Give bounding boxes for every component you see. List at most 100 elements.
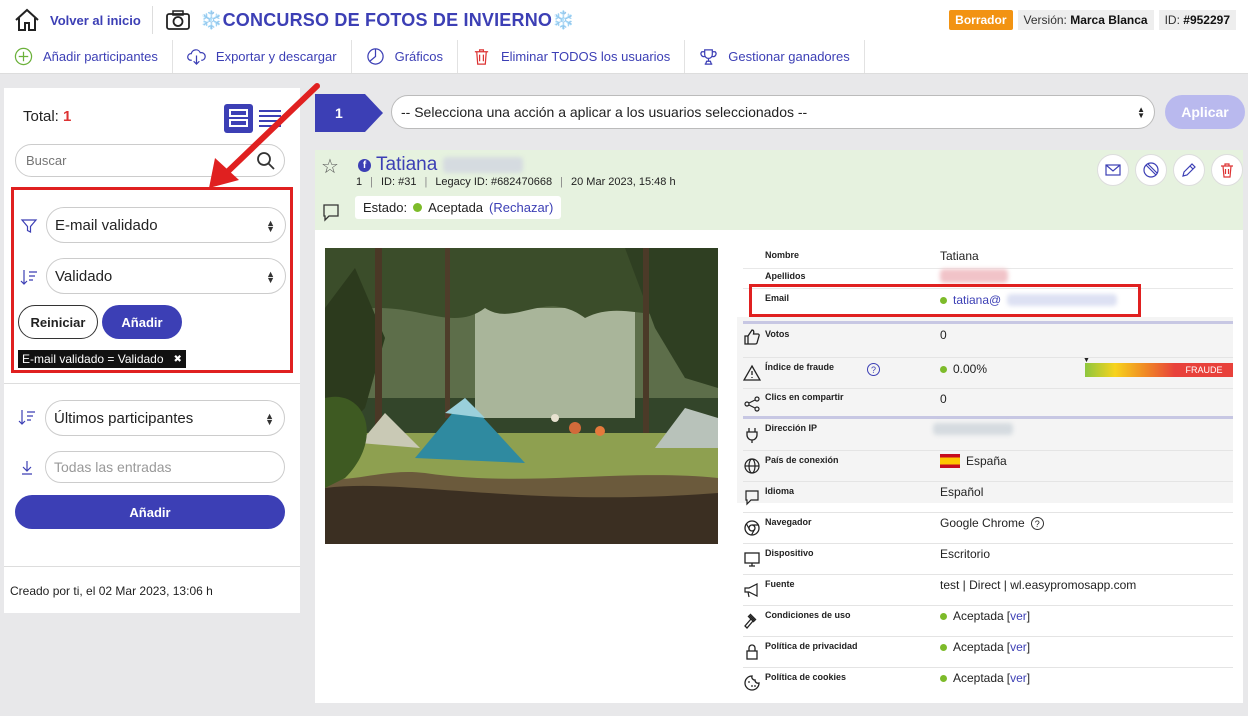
reset-button[interactable]: Reiniciar [18, 305, 98, 339]
filter-value-select[interactable]: Validado ▲ ▼ [46, 258, 286, 294]
ban-icon [1143, 162, 1159, 178]
votos-value: 0 [940, 328, 947, 342]
fraude-tag: FRAUDE [1175, 363, 1233, 377]
add-participants-label: Añadir participantes [43, 49, 158, 64]
idioma-label: Idioma [765, 486, 795, 496]
reject-link[interactable]: (Rechazar) [489, 200, 553, 215]
id-chip: ID: #952297 [1158, 10, 1236, 30]
filter-field-select[interactable]: E-mail validado ▲ ▼ [46, 207, 286, 243]
close-icon[interactable]: ✖ [174, 354, 182, 365]
condiciones-label: Condiciones de uso [765, 610, 851, 620]
delete-all-button[interactable]: Eliminar TODOS los usuarios [458, 40, 686, 73]
monitor-icon [744, 552, 760, 567]
ver-cookies-link[interactable]: ver [1010, 671, 1027, 685]
megaphone-icon [744, 583, 758, 598]
plus-circle-icon [14, 47, 33, 66]
divider [4, 566, 300, 567]
cookies-label: Política de cookies [765, 672, 847, 682]
participant-name[interactable]: Tatiana [376, 154, 523, 176]
warning-icon [743, 364, 761, 381]
mail-icon [1105, 164, 1121, 176]
manage-winners-button[interactable]: Gestionar ganadores [685, 40, 865, 73]
cookies-value: Aceptada [953, 671, 1004, 685]
version-value: Marca Blanca [1070, 13, 1148, 27]
header-row: Volver al inicio ❄️CONCURSO DE FOTOS DE … [0, 0, 1248, 40]
comment-icon[interactable] [321, 202, 341, 222]
edit-button[interactable] [1173, 154, 1205, 186]
export-button[interactable]: Exportar y descargar [173, 40, 352, 73]
bulk-action-bar: 1 -- Selecciona una acción a aplicar a l… [315, 94, 1245, 132]
email-button[interactable] [1097, 154, 1129, 186]
status-dot-icon [940, 612, 947, 620]
clics-label: Clics en compartir [765, 392, 844, 402]
help-icon[interactable]: ? [1030, 516, 1044, 530]
bulk-action-select[interactable]: -- Selecciona una acción a aplicar a los… [391, 95, 1155, 129]
email-highlight-box [749, 284, 1141, 317]
share-icon [744, 396, 760, 412]
delete-button[interactable] [1211, 154, 1243, 186]
charts-label: Gráficos [394, 49, 443, 64]
cloud-download-icon [187, 49, 206, 65]
participant-name-text: Tatiana [376, 154, 438, 175]
cookie-icon [744, 675, 760, 691]
status-badge: Borrador [949, 10, 1013, 30]
top-bar: Volver al inicio ❄️CONCURSO DE FOTOS DE … [0, 0, 1248, 74]
fraude-label: Índice de fraude [765, 362, 835, 372]
toolbar: Añadir participantes Exportar y descarga… [0, 40, 1248, 74]
chevron-updown-icon: ▲ ▼ [1137, 105, 1145, 120]
ver-condiciones-link[interactable]: ver [1010, 609, 1027, 623]
detail-clics: Clics en compartir 0 [743, 388, 1233, 416]
charts-button[interactable]: Gráficos [352, 40, 458, 73]
idioma-value: Español [940, 485, 984, 499]
delete-all-label: Eliminar TODOS los usuarios [500, 49, 671, 64]
redacted-surname [442, 156, 523, 173]
id-label: ID: [1164, 13, 1180, 27]
participant-photo[interactable] [325, 248, 718, 544]
id-value: #952297 [1183, 13, 1230, 27]
detail-privacidad: Política de privacidad Aceptada [ver] [743, 636, 1233, 667]
sort-icon [18, 410, 35, 425]
apply-button[interactable]: Aplicar [1165, 95, 1245, 129]
participant-meta: 1 | ID: #31 | Legacy ID: #682470668 | 20 Ma… [356, 176, 676, 188]
back-home-link[interactable]: Volver al inicio [14, 8, 141, 32]
detail-pais: País de conexión España [743, 450, 1233, 481]
help-icon[interactable]: ? [867, 363, 880, 376]
entries-input[interactable]: Todas las entradas [45, 451, 285, 483]
pie-chart-icon [366, 48, 384, 65]
redacted-apellidos [940, 269, 1008, 283]
camera-icon [166, 10, 190, 30]
marker-icon: ▼ [1083, 357, 1090, 364]
pais-label: País de conexión [765, 455, 839, 465]
status-dot-icon [413, 203, 423, 212]
contest-title: ❄️CONCURSO DE FOTOS DE INVIERNO❄️ [200, 10, 575, 30]
manage-winners-label: Gestionar ganadores [728, 49, 850, 64]
add-sort-button[interactable]: Añadir [15, 495, 285, 529]
selected-count: 1 [335, 105, 343, 121]
status-value: Aceptada [428, 200, 484, 215]
block-button[interactable] [1135, 154, 1167, 186]
trash-icon [474, 49, 489, 65]
star-icon[interactable]: ☆ [321, 154, 339, 179]
sort-select[interactable]: Últimos participantes ▲ ▼ [45, 400, 285, 436]
ver-privacidad-link[interactable]: ver [1010, 640, 1027, 654]
trash-icon [1221, 163, 1233, 178]
divider [743, 321, 1233, 324]
clics-value: 0 [940, 392, 947, 406]
divider [152, 6, 153, 34]
add-participants-button[interactable]: Añadir participantes [0, 40, 173, 73]
dispositivo-value: Escritorio [940, 547, 991, 561]
facebook-icon: f [358, 159, 371, 172]
participant-header: ☆ f Tatiana 1 | ID: #31 | Legacy ID: #6824… [315, 150, 1243, 230]
bulk-action-placeholder: -- Selecciona una acción a aplicar a los… [401, 104, 808, 120]
participation-date: 20 Mar 2023, 15:48 h [571, 176, 676, 188]
fraud-meter: FRAUDE ▼ [1083, 357, 1233, 377]
navegador-value: Google Chrome [940, 516, 1025, 530]
detail-dispositivo: Dispositivo Escritorio [743, 543, 1233, 574]
filter-highlight-box: E-mail validado ▲ ▼ Validado ▲ ▼ Reiniciar… [11, 187, 293, 373]
pais-value: España [966, 454, 1007, 468]
fuente-value: test | Direct | wl.easypromosapp.com [940, 578, 1137, 592]
status-dot-icon [940, 674, 947, 682]
header-info: Borrador Versión: Marca Blanca ID: #9522… [949, 10, 1236, 30]
detail-fraude: Índice de fraude ? 0.00% FRAUDE ▼ [743, 357, 1233, 387]
add-filter-button[interactable]: Añadir [102, 305, 182, 339]
